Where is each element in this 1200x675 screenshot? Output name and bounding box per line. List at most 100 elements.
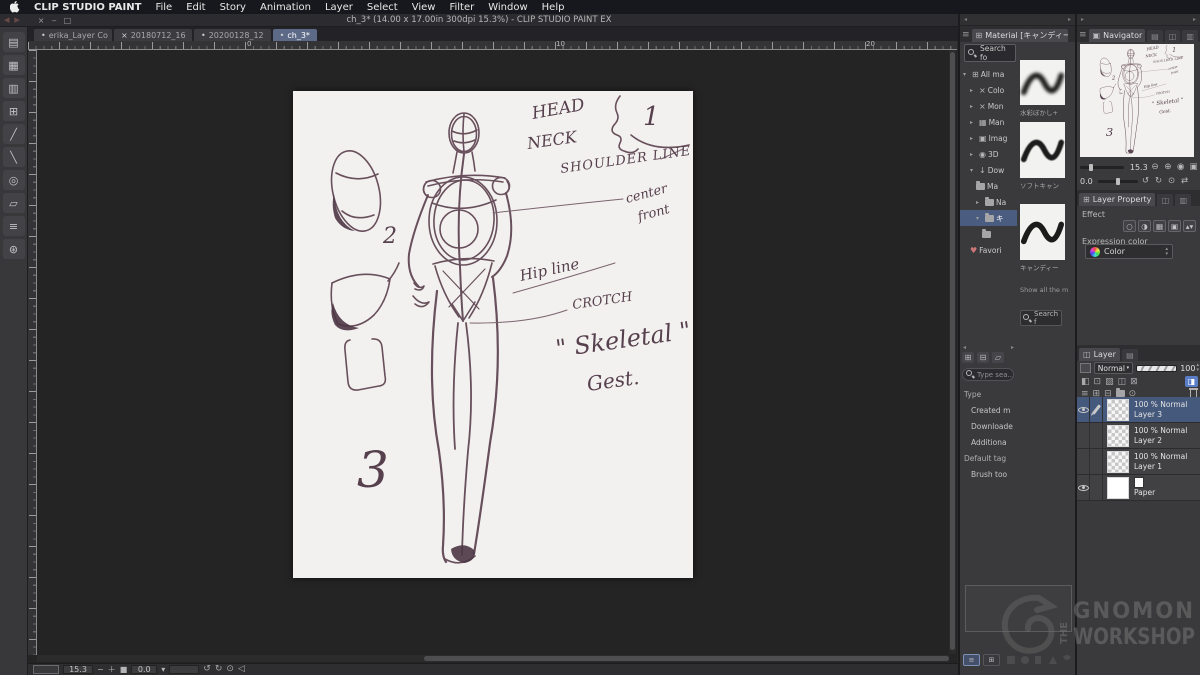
- lock-transparent-icon[interactable]: ▨: [1105, 377, 1114, 387]
- border-effect-icon[interactable]: ○: [1123, 220, 1136, 232]
- type-search-input[interactable]: Type sea...: [962, 368, 1014, 381]
- tag-item-additional[interactable]: Additiona: [960, 434, 1017, 450]
- document-tab-erika[interactable]: •erika_Layer Co: [34, 29, 112, 41]
- menu-animation[interactable]: Animation: [260, 2, 311, 13]
- layer-row-layer3[interactable]: 100 % NormalLayer 3: [1077, 397, 1200, 423]
- material-item-soft-candy[interactable]: [1020, 122, 1065, 178]
- chevron-down-icon[interactable]: ▾: [976, 215, 983, 222]
- pen-page-tool-icon[interactable]: [3, 193, 25, 213]
- thumbnail-grid-tool-icon[interactable]: [3, 78, 25, 98]
- menu-window[interactable]: Window: [488, 2, 527, 13]
- tab-brush-icon[interactable]: ▥: [1175, 194, 1191, 206]
- app-menu[interactable]: CLIP STUDIO PAINT: [34, 2, 141, 13]
- layer-color-effect-icon[interactable]: ▣: [1168, 220, 1181, 232]
- halftone-effect-icon[interactable]: ▦: [1153, 220, 1166, 232]
- page-manager-tool-icon[interactable]: [3, 32, 25, 52]
- chevron-right-icon[interactable]: ▸: [970, 119, 977, 126]
- navigator-preview[interactable]: [1080, 44, 1194, 157]
- layer-thumbnail[interactable]: [1107, 399, 1129, 421]
- chevron-down-icon[interactable]: ▾: [963, 71, 970, 78]
- zoom-in-icon[interactable]: ⊕: [1163, 161, 1174, 173]
- history-back-icon[interactable]: ◀: [4, 16, 9, 24]
- collapse-right-icon[interactable]: ▸: [1068, 16, 1071, 23]
- collapse-right-icon[interactable]: ▸: [1193, 16, 1196, 23]
- tab-material[interactable]: ⊞ Material [キャンディー: [972, 29, 1068, 42]
- rotate-left-icon[interactable]: ↺: [203, 665, 211, 674]
- tree-item-subfolder[interactable]: [960, 226, 1017, 242]
- menu-help[interactable]: Help: [542, 2, 565, 13]
- tree-item-image[interactable]: ▸▣Imag: [960, 130, 1017, 146]
- document-tab-20180712[interactable]: ×20180712_16: [114, 29, 192, 41]
- blend-thumbnail-icon[interactable]: [1080, 363, 1091, 373]
- rotate-left-icon[interactable]: ↺: [1140, 175, 1151, 187]
- layer-name[interactable]: Layer 2: [1134, 436, 1187, 446]
- layer-name[interactable]: Paper: [1134, 488, 1155, 498]
- horizontal-scrollbar-thumb[interactable]: [424, 656, 949, 661]
- effect-expand-icon[interactable]: ▴▾: [1183, 220, 1196, 232]
- tab-information-icon[interactable]: ◫: [1165, 30, 1181, 42]
- panel-menu-icon[interactable]: ≡: [1079, 30, 1087, 40]
- expression-color-select[interactable]: Color ▴▾: [1085, 244, 1173, 259]
- material-item-watercolor-blur[interactable]: [1020, 60, 1065, 105]
- tree-item-download[interactable]: ▾↓Dow: [960, 162, 1017, 178]
- pen-tool-icon[interactable]: [3, 147, 25, 167]
- vertical-scrollbar[interactable]: [949, 50, 956, 654]
- menu-select[interactable]: Select: [367, 2, 398, 13]
- zoom-value[interactable]: 15.3: [63, 665, 93, 674]
- rotate-right-icon[interactable]: ↻: [215, 665, 223, 674]
- chevron-right-icon[interactable]: ▸: [970, 103, 977, 110]
- horizontal-scrollbar[interactable]: [37, 655, 949, 662]
- chevron-down-icon[interactable]: ▾: [970, 167, 977, 174]
- zoom-out-icon[interactable]: ⊖: [1150, 161, 1161, 173]
- tab-layer-search-icon[interactable]: ▤: [1122, 349, 1138, 361]
- chevron-right-icon[interactable]: ▸: [976, 199, 983, 206]
- zoom-out-button[interactable]: −: [97, 665, 104, 674]
- opacity-stepper-icon[interactable]: ▴▾: [1196, 363, 1199, 373]
- window-zoom-icon[interactable]: □: [64, 16, 72, 25]
- clip-mask-icon[interactable]: ◧: [1081, 377, 1090, 387]
- rotation-slider[interactable]: [169, 665, 199, 674]
- onion-skin-active-icon[interactable]: ◨: [1185, 376, 1198, 387]
- tree-item-all-materials[interactable]: ▾⊞All ma: [960, 66, 1017, 82]
- rotation-value[interactable]: 0.0: [131, 665, 157, 674]
- layer-row-paper[interactable]: Paper: [1077, 475, 1200, 501]
- document-tab-ch3-active[interactable]: •ch_3*: [273, 29, 317, 41]
- chevron-right-icon[interactable]: ▸: [970, 151, 977, 158]
- layer-row-layer2[interactable]: 100 % NormalLayer 2: [1077, 423, 1200, 449]
- tree-item-candy-folder-selected[interactable]: ▾キ: [960, 210, 1017, 226]
- layer-row-layer1[interactable]: 100 % NormalLayer 1: [1077, 449, 1200, 475]
- reset-rotation-icon[interactable]: ⊙: [226, 665, 234, 674]
- page-left-icon[interactable]: ◂: [963, 344, 966, 351]
- tree-item-favorite[interactable]: ♥Favori: [960, 242, 1017, 258]
- list-view-toggle-icon[interactable]: ≡: [963, 654, 980, 666]
- reset-rotation-icon[interactable]: ⊙: [1166, 175, 1177, 187]
- ellipse-tool-icon[interactable]: [3, 170, 25, 190]
- blend-mode-select[interactable]: Normal ▾: [1094, 362, 1133, 374]
- tab-subview-icon[interactable]: ▤: [1147, 30, 1163, 42]
- tab-tool-property-icon[interactable]: ◫: [1157, 194, 1173, 206]
- opacity-value[interactable]: 100 ▴▾: [1180, 363, 1199, 373]
- remove-folder-icon[interactable]: ⊟: [977, 352, 989, 363]
- tone-effect-icon[interactable]: ◑: [1138, 220, 1151, 232]
- window-minimize-icon[interactable]: ‒: [51, 16, 56, 25]
- fit-screen-icon[interactable]: ▣: [1188, 161, 1199, 173]
- tab-layer-property[interactable]: ⊞ Layer Property: [1079, 193, 1155, 206]
- page-layout-tool-icon[interactable]: [3, 101, 25, 121]
- menu-file[interactable]: File: [155, 2, 172, 13]
- document-tab-20200128[interactable]: •20200128_12: [194, 29, 271, 41]
- pen-settings-tool-icon[interactable]: [3, 239, 25, 259]
- menu-view[interactable]: View: [412, 2, 436, 13]
- search-for-button[interactable]: Search fo: [964, 44, 1016, 62]
- menu-edit[interactable]: Edit: [186, 2, 205, 13]
- tree-item-monochromatic[interactable]: ▸×Mon: [960, 98, 1017, 114]
- tab-navigator[interactable]: ▣ Navigator: [1089, 29, 1146, 42]
- tab-close-icon[interactable]: ×: [121, 31, 128, 40]
- rotation-slider[interactable]: [1098, 180, 1138, 183]
- collapse-left-icon[interactable]: ▸: [1081, 16, 1084, 23]
- tree-item-na-folder[interactable]: ▸Na: [960, 194, 1017, 210]
- tag-item-downloaded[interactable]: Downloade: [960, 418, 1017, 434]
- layer-thumbnail[interactable]: [1107, 451, 1129, 473]
- canvas-page[interactable]: [293, 91, 693, 578]
- apple-menu-icon[interactable]: [10, 1, 20, 13]
- story-panels-tool-icon[interactable]: [3, 55, 25, 75]
